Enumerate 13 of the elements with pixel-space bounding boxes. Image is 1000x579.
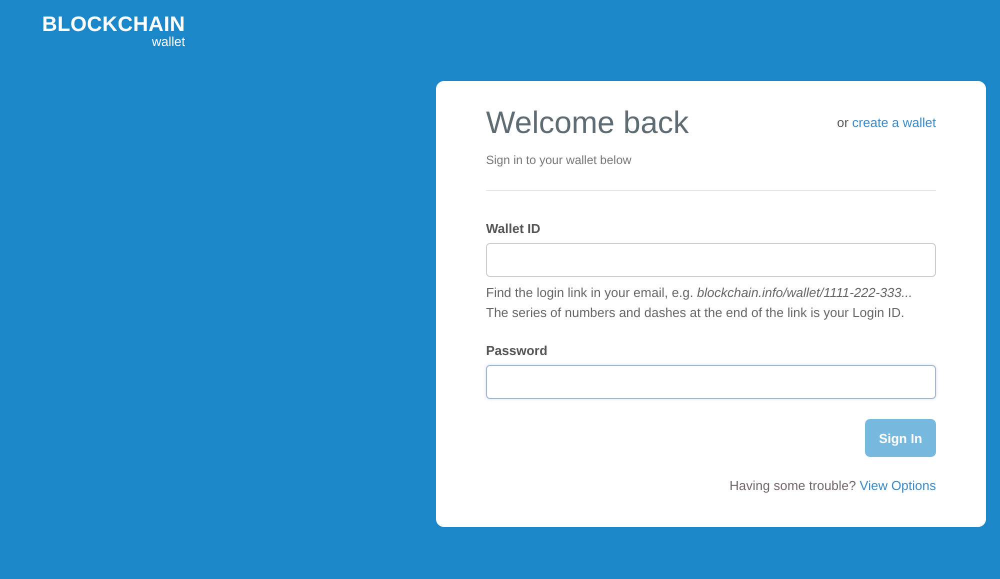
field-label: Wallet ID bbox=[486, 221, 542, 236]
subtitle: Sign in to your wallet below bbox=[486, 153, 632, 167]
view-options-link[interactable]: View Options bbox=[860, 478, 936, 493]
logo-subtitle: wallet bbox=[152, 36, 186, 48]
input-field[interactable] bbox=[486, 243, 936, 277]
field-label: Password bbox=[486, 343, 548, 358]
logo-title: BLOCKCHAIN bbox=[42, 14, 186, 36]
help-text: Having some trouble? bbox=[730, 478, 856, 493]
alt-text: or bbox=[836, 115, 849, 130]
input-field[interactable] bbox=[486, 365, 936, 399]
field-hint: Find the login link in your email, e.g. blockchain.info/wallet/1111-222-333... The series of numbers and dashes at the end of the link is your Login ID. bbox=[486, 284, 914, 322]
create-wallet-link[interactable]: create a wallet bbox=[852, 115, 936, 130]
page-title: Welcome back bbox=[486, 104, 689, 142]
